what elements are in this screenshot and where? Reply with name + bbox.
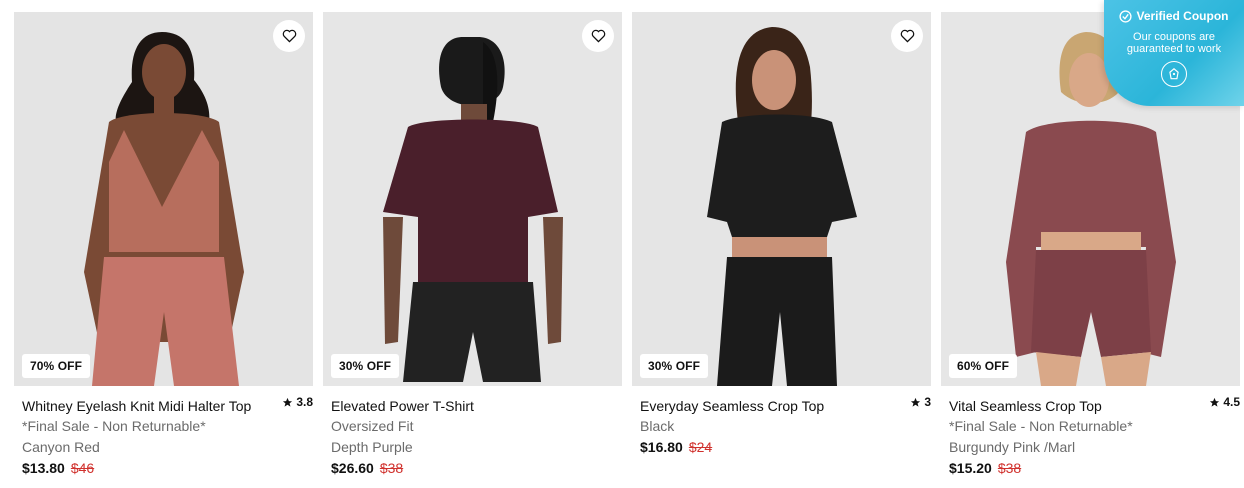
original-price: $46 (70, 460, 95, 476)
price-row: $26.60 $38 (331, 458, 614, 479)
product-color: Canyon Red (22, 439, 100, 455)
product-image[interactable]: 70% OFF (14, 12, 313, 386)
product-card[interactable]: 70% OFF Whitney Eyelash Knit Midi Halter… (14, 12, 313, 488)
product-info: Everyday Seamless Crop Top 3 Black $16.8… (632, 386, 931, 458)
star-icon (911, 397, 921, 407)
sale-price: $15.20 (949, 460, 992, 476)
product-info: Elevated Power T-Shirt Oversized Fit Dep… (323, 386, 622, 479)
sale-price: $26.60 (331, 460, 374, 476)
wishlist-button[interactable] (582, 20, 614, 52)
product-title[interactable]: Whitney Eyelash Knit Midi Halter Top (22, 396, 272, 416)
coupon-header: Verified Coupon (1104, 9, 1244, 23)
product-note: *Final Sale - Non Returnable* (949, 418, 1133, 434)
wishlist-button[interactable] (273, 20, 305, 52)
original-price: $38 (379, 460, 404, 476)
heart-icon (900, 29, 914, 43)
star-icon (283, 397, 293, 407)
product-grid: 70% OFF Whitney Eyelash Knit Midi Halter… (0, 0, 1244, 488)
discount-badge: 30% OFF (640, 354, 709, 378)
price-row: $15.20 $38 (949, 458, 1232, 479)
bag-glyph (1169, 67, 1179, 80)
product-note: Oversized Fit (331, 418, 414, 434)
discount-badge: 70% OFF (22, 354, 91, 378)
product-title[interactable]: Vital Seamless Crop Top (949, 396, 1199, 416)
price-row: $13.80 $46 (22, 458, 305, 479)
rating-value: 3 (924, 395, 931, 409)
sale-price: $13.80 (22, 460, 65, 476)
star-icon (1210, 397, 1220, 407)
product-photo-whitney (14, 12, 313, 386)
product-color: Burgundy Pink /Marl (949, 439, 1076, 455)
shopping-bag-icon (1161, 61, 1187, 87)
coupon-title: Verified Coupon (1136, 9, 1229, 23)
sale-price: $16.80 (640, 439, 683, 455)
heart-icon (591, 29, 605, 43)
price-row: $16.80 $24 (640, 437, 923, 458)
original-price: $38 (997, 460, 1022, 476)
product-note: *Final Sale - Non Returnable* (22, 418, 206, 434)
product-info: Whitney Eyelash Knit Midi Halter Top 3.8… (14, 386, 313, 479)
product-photo-everyday (632, 12, 931, 386)
product-info: Vital Seamless Crop Top 4.5 *Final Sale … (941, 386, 1240, 479)
product-rating: 3 (910, 395, 931, 409)
discount-badge: 30% OFF (331, 354, 400, 378)
check-circle-icon (1119, 9, 1133, 23)
product-title[interactable]: Elevated Power T-Shirt (331, 396, 581, 416)
coupon-line-2: guaranteed to work (1126, 43, 1222, 55)
product-color: Black (640, 418, 675, 434)
coupon-line-1: Our coupons are (1133, 31, 1215, 43)
original-price: $24 (688, 439, 713, 455)
rating-value: 4.5 (1223, 395, 1240, 409)
product-color: Depth Purple (331, 439, 413, 455)
coupon-text: Our coupons are guaranteed to work (1104, 31, 1244, 55)
product-image[interactable]: 30% OFF (632, 12, 931, 386)
discount-badge: 60% OFF (949, 354, 1018, 378)
product-rating: 4.5 (1209, 395, 1240, 409)
rating-value: 3.8 (296, 395, 313, 409)
product-rating: 3.8 (282, 395, 313, 409)
product-title[interactable]: Everyday Seamless Crop Top (640, 396, 890, 416)
product-photo-elevated (323, 12, 622, 386)
product-image[interactable]: 30% OFF (323, 12, 622, 386)
product-card[interactable]: 30% OFF Everyday Seamless Crop Top 3 Bla… (632, 12, 931, 488)
wishlist-button[interactable] (891, 20, 923, 52)
verified-coupon-widget[interactable]: Verified Coupon Our coupons are guarante… (1104, 0, 1244, 106)
heart-icon (282, 29, 296, 43)
product-card[interactable]: 30% OFF Elevated Power T-Shirt Oversized… (323, 12, 622, 488)
